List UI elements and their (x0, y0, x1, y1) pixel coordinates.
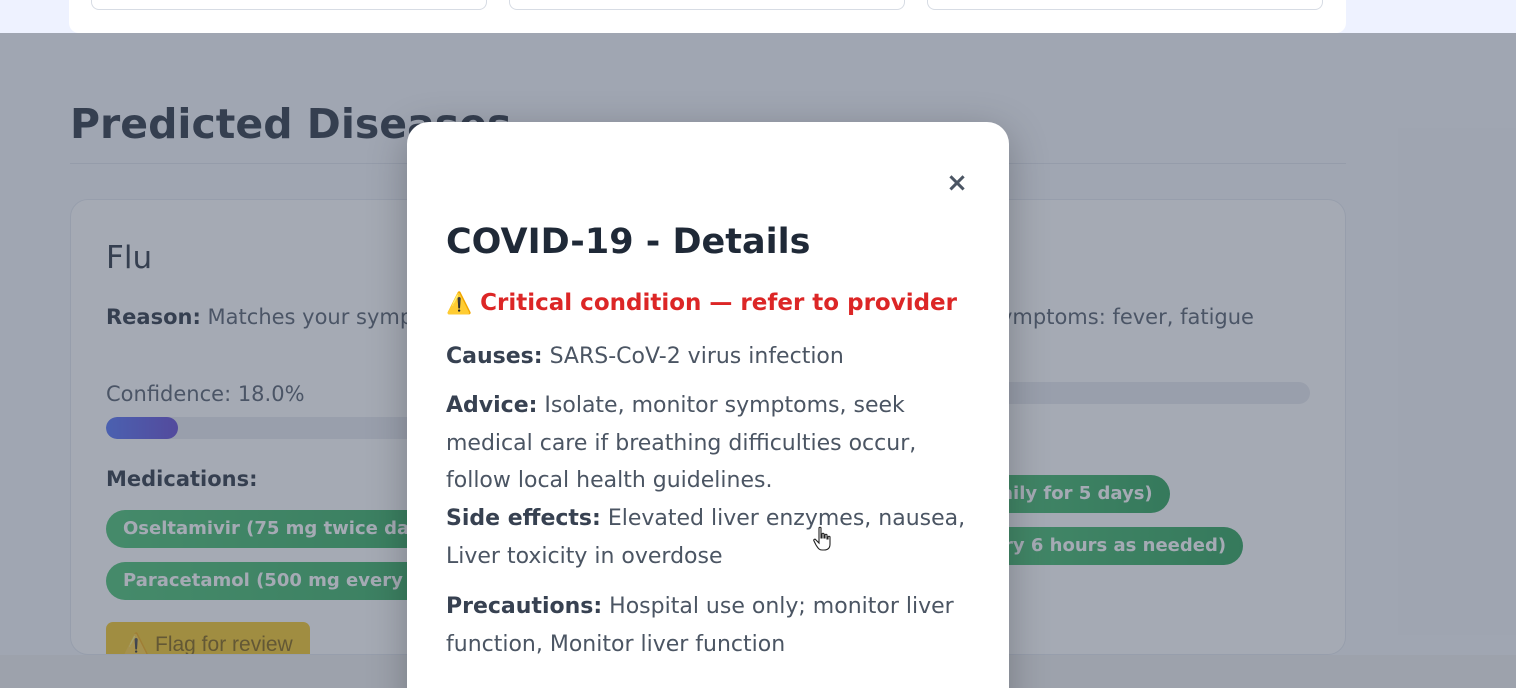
close-icon[interactable]: × (945, 168, 969, 198)
causes-row: Causes: SARS-CoV-2 virus infection (446, 338, 966, 376)
modal-title: COVID-19 - Details (446, 222, 811, 262)
advice-label: Advice: (446, 393, 538, 418)
filter-field[interactable] (509, 0, 905, 10)
causes-text: SARS-CoV-2 virus infection (549, 344, 844, 369)
filters-panel (69, 0, 1346, 33)
precautions-label: Precautions: (446, 594, 603, 619)
hand-cursor-icon (813, 526, 831, 551)
precautions-row: Precautions: Hospital use only; monitor … (446, 588, 966, 663)
disease-details-modal: × COVID-19 - Details ⚠️ Critical conditio… (407, 122, 1009, 688)
advice-row: Advice: Isolate, monitor symptoms, seek … (446, 387, 966, 500)
side-effects-row: Side effects: Elevated liver enzymes, na… (446, 500, 966, 575)
causes-label: Causes: (446, 344, 543, 369)
critical-alert: ⚠️ Critical condition — refer to provider (446, 290, 957, 316)
side-effects-label: Side effects: (446, 506, 601, 531)
filter-field[interactable] (927, 0, 1323, 10)
warning-icon: ⚠️ (446, 291, 473, 315)
filter-field[interactable] (91, 0, 487, 10)
alert-text: Critical condition — refer to provider (480, 290, 958, 316)
